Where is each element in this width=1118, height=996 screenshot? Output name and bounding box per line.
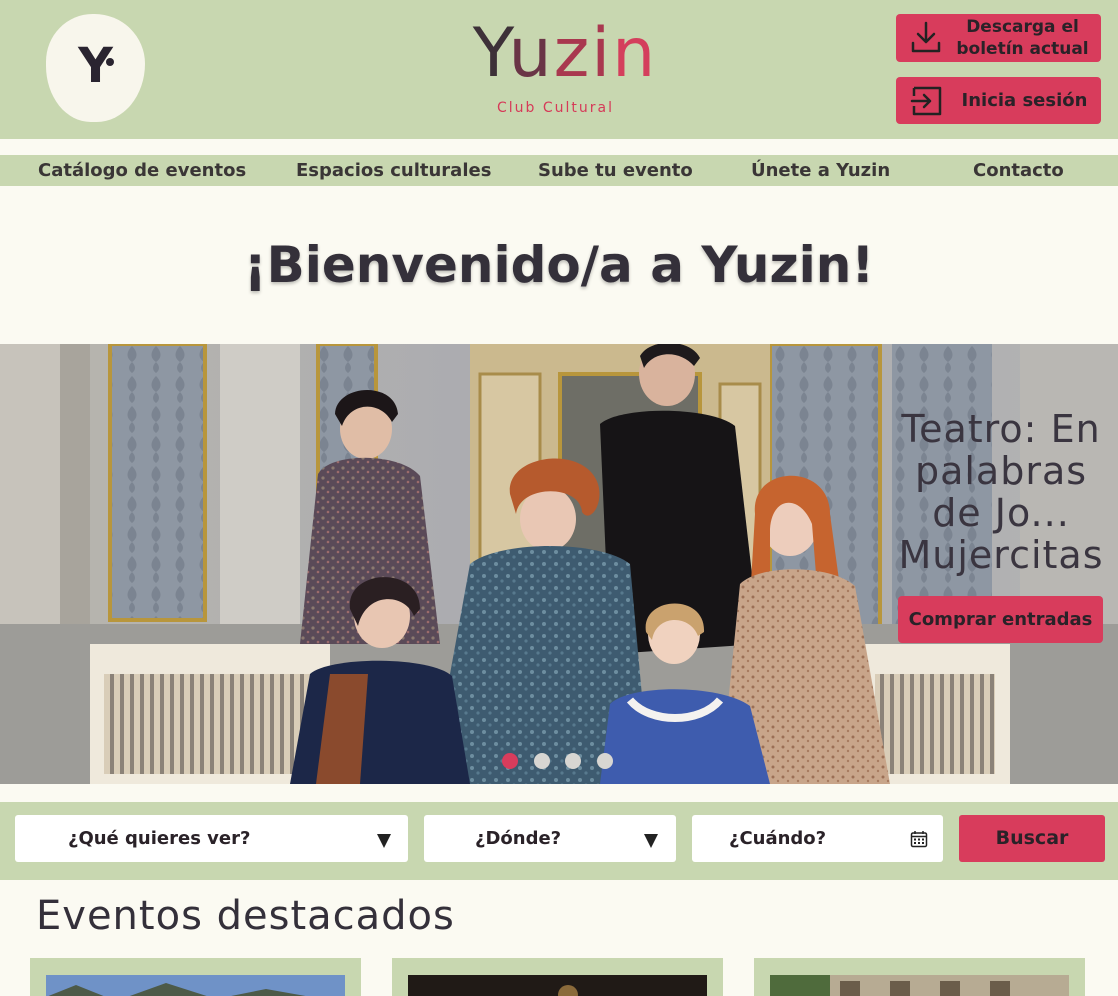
when-date-label: ¿Cuándo? <box>729 828 827 849</box>
hero-title-line-3: de Jo... <box>932 491 1070 535</box>
where-select-label: ¿Dónde? <box>475 828 562 849</box>
what-select-label: ¿Qué quieres ver? <box>68 828 251 849</box>
brand-name: Yuzin <box>440 14 690 94</box>
download-label-line-2: boletín actual <box>956 39 1089 59</box>
buy-tickets-button[interactable]: Comprar entradas <box>898 596 1103 643</box>
hero-title-line-1: Teatro: En <box>901 407 1101 451</box>
brand-letter-3: z <box>553 14 592 93</box>
nav-item-contact[interactable]: Contacto <box>973 155 1064 186</box>
featured-event-card[interactable] <box>392 958 723 996</box>
featured-event-card[interactable] <box>754 958 1085 996</box>
nav-item-join[interactable]: Únete a Yuzin <box>751 155 890 186</box>
nav-item-upload-event[interactable]: Sube tu evento <box>538 155 693 186</box>
search-button[interactable]: Buscar <box>959 815 1105 862</box>
where-select[interactable]: ¿Dónde? <box>424 815 676 862</box>
main-nav: Catálogo de eventos Espacios culturales … <box>0 155 1118 186</box>
brand-logo[interactable]: Yuzin Club Cultural <box>440 14 690 124</box>
login-icon <box>910 86 942 115</box>
chevron-down-icon <box>377 834 391 848</box>
logo-badge[interactable]: Y <box>46 14 145 122</box>
brand-letter-1: Y <box>472 14 509 93</box>
featured-event-card[interactable] <box>30 958 361 996</box>
logo-letter: Y <box>78 38 113 94</box>
hero-title-line-4: Mujercitas <box>898 533 1104 577</box>
download-icon <box>911 21 941 53</box>
what-select[interactable]: ¿Qué quieres ver? <box>15 815 408 862</box>
brand-letter-2: u <box>508 14 554 93</box>
event-thumbnail <box>46 975 345 996</box>
welcome-heading: ¡Bienvenido/a a Yuzin! <box>243 236 875 294</box>
login-button[interactable]: Inicia sesión <box>896 77 1101 124</box>
featured-events-heading: Eventos destacados <box>36 893 455 939</box>
calendar-icon <box>910 831 928 848</box>
carousel-dot[interactable] <box>502 753 518 769</box>
logo-dot <box>106 58 114 66</box>
chevron-down-icon <box>644 834 658 848</box>
download-newsletter-button[interactable]: Descarga el boletín actual <box>896 14 1101 62</box>
hero-carousel[interactable]: Teatro: En palabras de Jo... Mujercitas <box>0 344 1118 784</box>
event-thumbnail <box>770 975 1069 996</box>
login-button-label: Inicia sesión <box>961 90 1088 111</box>
hero-title: Teatro: En palabras de Jo... Mujercitas <box>888 408 1114 576</box>
event-thumbnail <box>408 975 707 996</box>
nav-item-catalog[interactable]: Catálogo de eventos <box>38 155 246 186</box>
download-button-label: Descarga el boletín actual <box>950 16 1095 60</box>
nav-item-cultural-spaces[interactable]: Espacios culturales <box>296 155 491 186</box>
download-label-line-1: Descarga el <box>966 17 1079 37</box>
carousel-dot[interactable] <box>565 753 581 769</box>
carousel-dot[interactable] <box>534 753 550 769</box>
brand-letter-5: n <box>612 14 658 93</box>
hero-title-line-2: palabras <box>914 449 1088 493</box>
brand-letter-4: i <box>591 14 613 93</box>
site-header: Y Yuzin Club Cultural Descarga el boletí… <box>0 0 1118 139</box>
when-date-field[interactable]: ¿Cuándo? <box>692 815 943 862</box>
carousel-dot[interactable] <box>597 753 613 769</box>
brand-tagline: Club Cultural <box>497 100 614 116</box>
